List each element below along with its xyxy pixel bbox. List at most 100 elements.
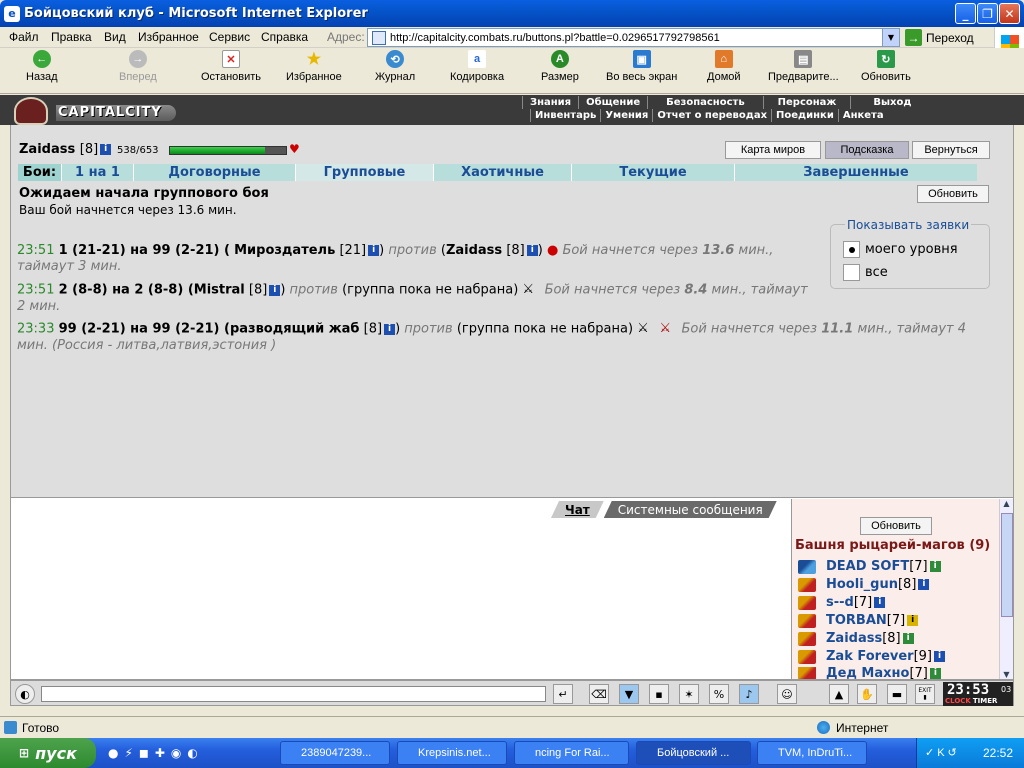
nav-transfers[interactable]: Отчет о переводах — [652, 109, 771, 122]
user-name[interactable]: DEAD SOFT — [826, 559, 909, 574]
nav-communication[interactable]: Общение — [578, 96, 647, 109]
menu-view[interactable]: Вид — [104, 30, 126, 44]
world-map-button[interactable]: Карта миров — [725, 141, 821, 159]
nav-exit[interactable]: Выход — [850, 96, 933, 109]
chevron-down-icon[interactable]: ▼ — [882, 29, 899, 46]
online-user[interactable]: Zaidass[8] i — [798, 631, 914, 646]
tray-icons[interactable]: ✓K↺ — [925, 746, 960, 759]
crossed-swords-icon[interactable]: ⚔ — [637, 321, 655, 337]
taskbar-item[interactable]: TVM, InDruTi... — [757, 741, 867, 765]
online-user[interactable]: TORBAN[7] i — [798, 613, 919, 628]
return-button[interactable]: Вернуться — [912, 141, 990, 159]
user-name[interactable]: TORBAN — [826, 613, 887, 628]
info-icon[interactable]: i — [929, 561, 941, 572]
nav-knowledge[interactable]: Знания — [522, 96, 578, 109]
info-icon[interactable]: i — [918, 579, 930, 590]
crossed-swords-red-icon[interactable]: ⚔ — [659, 321, 677, 337]
info-icon[interactable]: i — [100, 144, 112, 155]
info-icon[interactable]: i — [269, 284, 281, 296]
info-icon[interactable]: i — [907, 615, 919, 626]
refresh-battles-button[interactable]: Обновить — [917, 185, 989, 203]
bag-icon[interactable]: ▲ — [829, 684, 849, 704]
back-button[interactable]: ← Назад — [26, 50, 58, 83]
info-icon[interactable]: i — [384, 323, 396, 335]
smile-icon[interactable]: ☺ — [777, 684, 797, 704]
private-message-icon[interactable] — [798, 595, 816, 610]
favorites-button[interactable]: ★ Избранное — [286, 50, 342, 83]
filter-all[interactable]: все — [843, 264, 888, 281]
address-field[interactable]: http://capitalcity.combats.ru/buttons.pl… — [367, 28, 900, 47]
refresh-online-button[interactable]: Обновить — [860, 517, 932, 535]
chat-input[interactable] — [41, 686, 546, 702]
size-button[interactable]: A Размер — [541, 50, 579, 83]
tab-group[interactable]: Групповые — [296, 164, 434, 181]
nav-character[interactable]: Персонаж — [762, 96, 851, 109]
translit-icon[interactable]: % — [709, 684, 729, 704]
info-icon[interactable]: i — [368, 245, 380, 256]
private-message-icon[interactable] — [798, 577, 816, 592]
stop-button[interactable]: ✕ Остановить — [201, 50, 261, 83]
online-user[interactable]: Zak Forever[9] i — [798, 649, 946, 664]
menu-file[interactable]: Файл — [9, 30, 39, 44]
menu-edit[interactable]: Правка — [51, 30, 92, 44]
home-button[interactable]: ⌂ Домой — [707, 50, 741, 83]
filter-icon[interactable]: ▼ — [619, 684, 639, 704]
private-message-icon[interactable] — [798, 667, 816, 679]
eraser-icon[interactable]: ⌫ — [589, 684, 609, 704]
tab-chat[interactable]: Чат — [551, 501, 604, 518]
forward-button[interactable]: → Вперед — [119, 50, 157, 83]
player-name[interactable]: Zaidass — [19, 142, 75, 157]
tab-1v1[interactable]: 1 на 1 — [62, 164, 134, 181]
exit-icon[interactable]: EXIT ▮ — [915, 684, 935, 704]
go-button[interactable]: → Переход — [905, 28, 987, 47]
tab-chaotic[interactable]: Хаотичные — [434, 164, 572, 181]
refresh-button[interactable]: ↻ Обновить — [861, 50, 911, 83]
private-message-icon[interactable] — [798, 559, 816, 574]
private-message-icon[interactable] — [798, 631, 816, 646]
encoding-button[interactable]: a Кодировка — [450, 50, 504, 83]
fullscreen-button[interactable]: ▣ Во весь экран — [606, 50, 677, 83]
info-icon[interactable]: i — [902, 633, 914, 644]
scroll-up-icon[interactable]: ▲ — [1000, 499, 1013, 508]
tab-current[interactable]: Текущие — [572, 164, 735, 181]
nav-duels[interactable]: Поединки — [771, 109, 838, 122]
minimize-button[interactable]: _ — [955, 3, 976, 24]
user-name[interactable]: Дед Махно — [826, 667, 909, 679]
hand-icon[interactable]: ✋ — [857, 684, 877, 704]
close-button[interactable]: ✕ — [999, 3, 1020, 24]
info-icon[interactable]: i — [526, 245, 538, 256]
online-user[interactable]: DEAD SOFT[7] i — [798, 559, 941, 574]
crossed-swords-icon[interactable]: ⚔ — [522, 282, 540, 298]
online-user[interactable]: Дед Махно[7] i — [798, 667, 941, 679]
menu-tools[interactable]: Сервис — [209, 30, 250, 44]
nav-security[interactable]: Безопасность — [647, 96, 763, 109]
online-user[interactable]: Hooli_gun[8] i — [798, 577, 930, 592]
menu-help[interactable]: Справка — [261, 30, 308, 44]
taskbar-item[interactable]: 2389047239... — [280, 741, 390, 765]
nav-inventory[interactable]: Инвентарь — [530, 109, 600, 122]
nav-skills[interactable]: Умения — [600, 109, 652, 122]
preview-button[interactable]: ▤ Предварите... — [768, 50, 839, 83]
speaker-icon[interactable]: ◐ — [15, 684, 35, 704]
radio-selected[interactable] — [843, 241, 860, 258]
fight-player[interactable]: Мироздатель — [234, 243, 335, 258]
radio-unselected[interactable] — [843, 264, 860, 281]
scroll-thumb[interactable] — [1001, 513, 1013, 617]
online-scrollbar[interactable]: ▲ ▼ — [999, 499, 1013, 679]
filter-my-level[interactable]: моего уровня — [843, 241, 958, 258]
online-user[interactable]: s--d[7] i — [798, 595, 886, 610]
quick-launch-icons[interactable]: ●⚡◼✚◉◐ — [108, 746, 204, 760]
music-icon[interactable]: ♪ — [739, 684, 759, 704]
taskbar-item-active[interactable]: Бойцовский ... — [636, 741, 751, 765]
user-name[interactable]: Hooli_gun — [826, 577, 898, 592]
scroll-down-icon[interactable]: ▼ — [1000, 670, 1013, 679]
figure-icon[interactable]: ✶ — [679, 684, 699, 704]
menu-favorites[interactable]: Избранное — [138, 30, 199, 44]
start-button[interactable]: ⊞ пуск — [0, 738, 96, 768]
fight-player[interactable]: Mistral — [194, 283, 245, 298]
fight-player[interactable]: Zaidass — [446, 243, 502, 258]
user-name[interactable]: Zaidass — [826, 631, 882, 646]
send-icon[interactable]: ↵ — [553, 684, 573, 704]
tab-contract[interactable]: Договорные — [134, 164, 296, 181]
hint-button[interactable]: Подсказка — [825, 141, 909, 159]
